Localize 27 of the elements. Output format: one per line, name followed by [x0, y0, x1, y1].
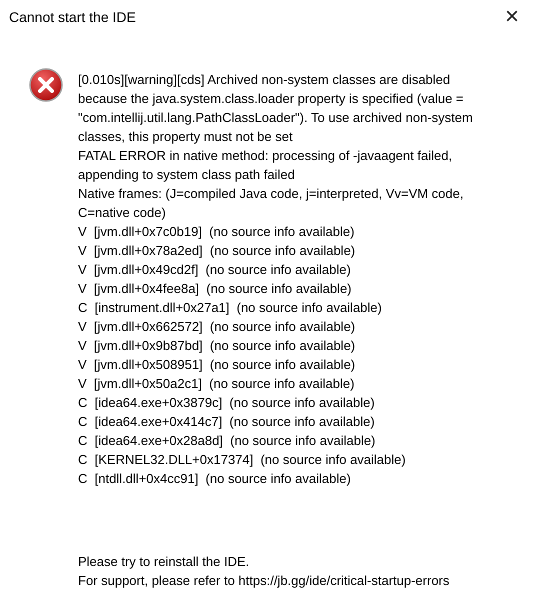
- message-line: V [jvm.dll+0x4fee8a] (no source info available): [78, 280, 353, 298]
- message-line: V [jvm.dll+0x508951] (no source info available): [78, 356, 356, 374]
- message-line: V [jvm.dll+0x9b87bd] (no source info available): [78, 337, 356, 355]
- error-icon: [29, 68, 63, 102]
- message-line: FATAL ERROR in native method: processing of -javaagent failed,: [78, 147, 454, 165]
- message-line: V [jvm.dll+0x50a2c1] (no source info available): [78, 375, 356, 393]
- message-line: V [jvm.dll+0x7c0b19] (no source info available): [78, 223, 356, 241]
- message-line: C [idea64.exe+0x414c7] (no source info available): [78, 413, 376, 431]
- close-button[interactable]: ×: [489, 0, 535, 34]
- message-line: V [jvm.dll+0x49cd2f] (no source info available): [78, 261, 352, 279]
- message-line: V [jvm.dll+0x662572] (no source info available): [78, 318, 356, 336]
- message-line: C=native code): [78, 204, 167, 222]
- message-line: C [ntdll.dll+0x4cc91] (no source info available): [78, 470, 352, 488]
- footer-text: For support, please refer to https://jb.gg/ide/critical-startup-errors: [78, 572, 450, 590]
- message-line: C [instrument.dll+0x27a1] (no source info available): [78, 299, 383, 317]
- footer-text: Please try to reinstall the IDE.: [78, 553, 250, 571]
- message-line: classes, this property must not be set: [78, 128, 294, 146]
- message-line: appending to system class path failed: [78, 166, 296, 184]
- message-line: because the java.system.class.loader property is specified (value =: [78, 90, 464, 108]
- message-line: "com.intellij.util.lang.PathClassLoader"). To use archived non-system: [78, 109, 473, 127]
- message-line: Native frames: (J=compiled Java code, j=interpreted, Vv=VM code,: [78, 185, 464, 203]
- window-title: Cannot start the IDE: [9, 9, 136, 25]
- message-line: C [KERNEL32.DLL+0x17374] (no source info available): [78, 451, 407, 469]
- message-line: V [jvm.dll+0x78a2ed] (no source info available): [78, 242, 356, 260]
- message-line: [0.010s][warning][cds] Archived non-system classes are disabled: [78, 71, 452, 89]
- message-line: C [idea64.exe+0x3879c] (no source info available): [78, 394, 376, 412]
- message-line: C [idea64.exe+0x28a8d] (no source info available): [78, 432, 376, 450]
